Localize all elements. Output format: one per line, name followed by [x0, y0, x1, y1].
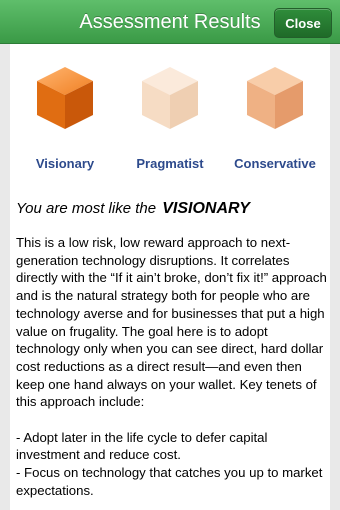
profile-pragmatist[interactable]: Pragmatist — [120, 64, 220, 182]
profile-label-conservative: Conservative — [234, 156, 316, 171]
result-type: VISIONARY — [162, 200, 250, 217]
profile-label-pragmatist: Pragmatist — [136, 156, 204, 171]
results-panel: Visionary Pragmatist Conservative You ar… — [10, 44, 330, 510]
profile-conservative[interactable]: Conservative — [225, 64, 325, 182]
visionary-cube-icon — [37, 67, 93, 129]
profile-selector: Visionary Pragmatist Conservative — [10, 44, 330, 184]
conservative-cube-icon — [247, 67, 303, 129]
profile-visionary[interactable]: Visionary — [15, 64, 115, 182]
result-heading: You are most like the VISIONARY — [16, 200, 326, 218]
result-prefix: You are most like the — [16, 200, 157, 217]
navigation-bar: Assessment Results Close — [0, 0, 340, 44]
profile-label-visionary: Visionary — [35, 156, 95, 171]
pragmatist-cube-icon — [142, 67, 198, 129]
result-description: This is a low risk, low reward approach … — [16, 235, 327, 498]
close-button[interactable]: Close — [274, 8, 332, 38]
